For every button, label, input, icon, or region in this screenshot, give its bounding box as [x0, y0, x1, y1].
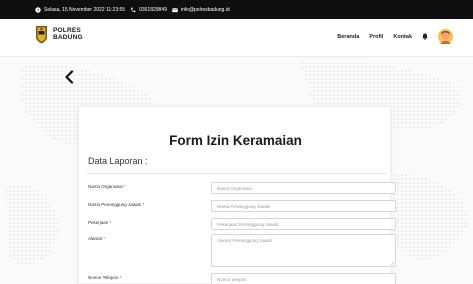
nav-item-beranda[interactable]: Beranda	[337, 34, 359, 40]
brand-line-2: BADUNG	[53, 33, 83, 41]
input-placeholder: Pekerjaan Penanggung Jawab	[217, 222, 279, 227]
field-label: Nama Penanggung Jawab *	[88, 202, 144, 207]
phone-text: 0361829849	[139, 6, 167, 13]
main-navbar: POLRES BADUNG Beranda Profil Kontak	[0, 19, 473, 57]
label-text: Pekerjaan	[88, 220, 109, 225]
alamat-textarea[interactable]: Alamat Penanggung Jawab	[211, 234, 396, 267]
section-heading: Data Laporan :	[88, 156, 148, 166]
form-title: Form Izin Keramaian	[169, 133, 302, 148]
back-arrow-icon[interactable]	[64, 70, 74, 84]
phone-icon	[131, 7, 136, 12]
input-placeholder: Nama Penanggung Jawab	[217, 204, 271, 209]
label-text: Nomor Telepon	[88, 275, 119, 280]
email-text: info@polresbadung.id	[180, 6, 230, 13]
organisasi-input[interactable]: Nama Organisasi	[211, 182, 396, 194]
required-mark: *	[142, 202, 145, 207]
input-placeholder: Alamat Penanggung Jawab	[217, 238, 273, 243]
field-label: Nama Organisasi *	[88, 184, 126, 189]
pekerjaan-input[interactable]: Pekerjaan Penanggung Jawab	[211, 218, 396, 230]
top-info-bar: Selasa, 15 November 2022 11:23:55 036182…	[0, 0, 473, 19]
nav-menu: Beranda Profil Kontak	[337, 29, 453, 44]
form-card: Form Izin Keramaian Data Laporan : Nama …	[78, 106, 396, 284]
field-label: Pekerjaan *	[88, 220, 111, 225]
police-badge-icon	[36, 26, 47, 44]
phone-info[interactable]: 0361829849	[130, 7, 167, 13]
brand-name: POLRES BADUNG	[53, 27, 83, 41]
nav-item-profil[interactable]: Profil	[369, 34, 383, 40]
required-mark: *	[119, 275, 122, 280]
clock-icon	[35, 6, 41, 13]
required-mark: *	[103, 236, 106, 241]
telepon-input[interactable]: Nomor telepon	[211, 273, 396, 284]
resize-handle-icon[interactable]	[390, 261, 394, 265]
label-text: Alamat	[88, 236, 103, 241]
bell-icon[interactable]	[422, 33, 428, 40]
input-placeholder: Nomor telepon	[217, 277, 247, 282]
nav-item-kontak[interactable]: Kontak	[393, 34, 412, 40]
envelope-icon	[172, 7, 178, 12]
required-mark: *	[124, 184, 126, 189]
label-text: Nama Penanggung Jawab	[88, 202, 142, 207]
datetime-info: Selasa, 15 November 2022 11:23:55	[35, 7, 125, 13]
required-mark: *	[109, 220, 112, 225]
email-info[interactable]: info@polresbadung.id	[172, 7, 230, 13]
datetime-text: Selasa, 15 November 2022 11:23:55	[44, 6, 126, 13]
user-avatar[interactable]	[438, 29, 453, 44]
field-label: Nomor Telepon *	[88, 275, 121, 280]
label-text: Nama Organisasi	[88, 184, 123, 189]
input-placeholder: Nama Organisasi	[217, 186, 252, 191]
field-label: Alamat *	[88, 236, 105, 241]
section-divider	[87, 173, 387, 174]
brand-logo[interactable]: POLRES BADUNG	[35, 25, 83, 44]
penanggung-jawab-input[interactable]: Nama Penanggung Jawab	[211, 200, 396, 212]
